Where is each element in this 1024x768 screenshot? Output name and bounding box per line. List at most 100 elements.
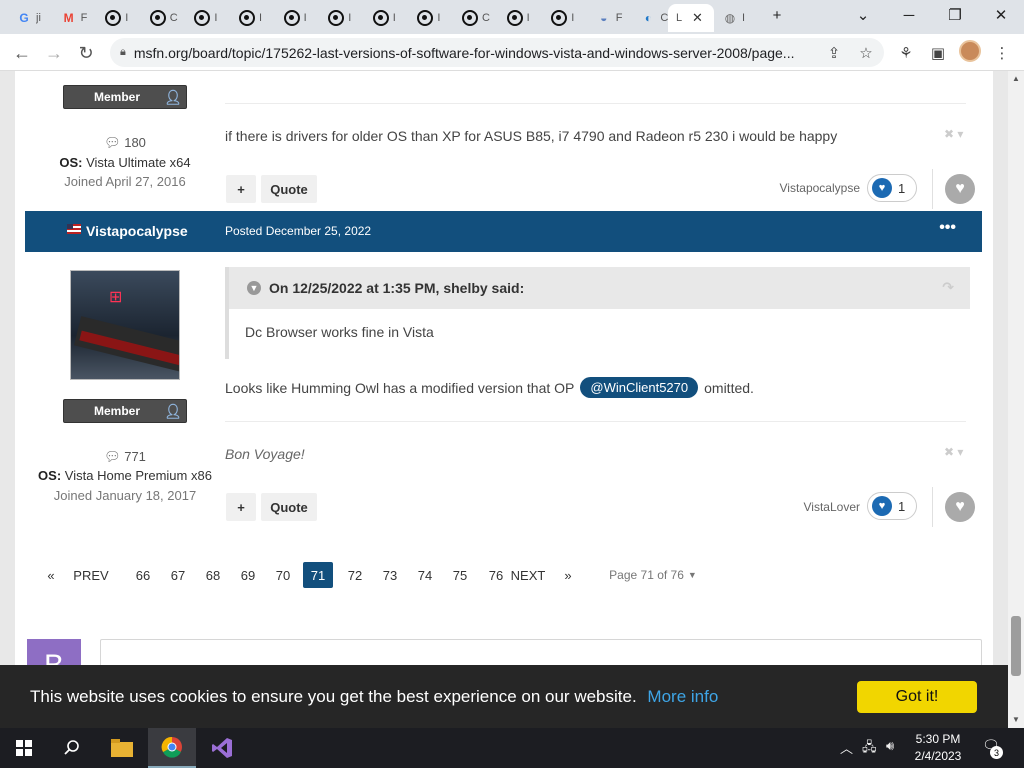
post-author[interactable]: Vistapocalypse [86, 223, 188, 239]
tab-3[interactable]: C [142, 4, 186, 32]
tab-4[interactable]: I [186, 4, 230, 32]
tab-7[interactable]: I [320, 4, 364, 32]
page-button[interactable]: 75 [445, 562, 475, 588]
ring-icon [417, 10, 434, 26]
post-options-icon[interactable]: ✖ ▾ [944, 127, 963, 141]
tab-11[interactable]: I [499, 4, 543, 32]
network-icon[interactable]: 🖧︎ [862, 738, 877, 760]
cookie-more-info-link[interactable]: More info [647, 687, 718, 706]
visual-studio-icon[interactable] [198, 728, 246, 768]
side-panel-icon[interactable]: ▣ [927, 42, 949, 64]
tab-5[interactable]: I [231, 4, 275, 32]
bookmark-star-icon[interactable]: ☆ [855, 42, 877, 64]
forward-arrow-icon[interactable]: → [41, 40, 67, 66]
first-page-button[interactable]: « [35, 562, 67, 588]
quote-button[interactable]: Quote [261, 175, 317, 203]
search-icon[interactable] [48, 728, 96, 768]
address-bar[interactable]: 🔒︎ msfn.org/board/topic/175262-last-vers… [110, 38, 884, 67]
tab-8[interactable]: I [365, 4, 409, 32]
chrome-icon[interactable] [148, 728, 196, 768]
back-arrow-icon[interactable]: ← [9, 40, 35, 66]
page-button[interactable]: 74 [410, 562, 440, 588]
globe-icon: ◍ [724, 11, 736, 25]
quote-citation: On 12/25/2022 at 1:35 PM, shelby said: [269, 280, 525, 296]
post-more-icon[interactable]: ••• [939, 219, 956, 237]
ring-icon [462, 10, 478, 26]
chevron-up-icon[interactable]: ︿ [840, 738, 853, 757]
minimize-button[interactable]: ─ [886, 0, 932, 30]
new-tab-button[interactable]: + [754, 0, 800, 30]
reaction-count[interactable]: ♥ 1 [867, 174, 917, 202]
reload-icon[interactable]: ↻ [73, 40, 99, 66]
tab-title: I [526, 12, 530, 24]
tab-0[interactable]: Gji [8, 4, 52, 32]
multiquote-button[interactable]: + [226, 493, 256, 521]
shield-icon: ◒ [600, 11, 608, 25]
extensions-icon[interactable]: ⚘ [895, 42, 917, 64]
scroll-up-arrow-icon[interactable]: ▲ [1008, 71, 1024, 85]
tab-search-icon[interactable]: ⌄ [840, 0, 886, 30]
last-page-button[interactable]: » [553, 562, 583, 588]
current-page-button[interactable]: 71 [303, 562, 333, 588]
tab-1[interactable]: MF [53, 4, 97, 32]
user-icon: 👤︎ [164, 403, 182, 419]
page-button[interactable]: 68 [198, 562, 228, 588]
windows-start-icon[interactable] [0, 728, 48, 768]
page-button[interactable]: 70 [268, 562, 298, 588]
close-tab-icon[interactable]: ✕ [692, 10, 703, 26]
reactor-name[interactable]: Vistapocalypse [770, 181, 861, 195]
profile-avatar[interactable] [959, 40, 981, 62]
volume-icon[interactable]: 🔊︎ [886, 738, 894, 754]
scrollbar-thumb[interactable] [1011, 616, 1021, 676]
edge-icon: ◐ [644, 11, 653, 25]
scroll-down-arrow-icon[interactable]: ▼ [1008, 712, 1024, 726]
page-button[interactable]: 72 [340, 562, 370, 588]
share-arrow-icon[interactable]: ↷ [942, 279, 954, 296]
tab-active[interactable]: L ✕ [668, 4, 714, 32]
page-button[interactable]: 73 [375, 562, 405, 588]
page-button[interactable]: 69 [233, 562, 263, 588]
tab-title: I [348, 12, 352, 24]
system-clock[interactable]: 5:30 PM 2/4/2023 [908, 731, 968, 765]
tab-2[interactable]: I [97, 4, 141, 32]
page-button[interactable]: 67 [163, 562, 193, 588]
maximize-button[interactable]: ❐ [932, 0, 978, 30]
next-page-button[interactable]: NEXT [503, 562, 553, 588]
tab-13[interactable]: ◒ F [588, 4, 632, 32]
share-icon[interactable]: ⇪ [823, 42, 845, 64]
tab-6[interactable]: I [276, 4, 320, 32]
kebab-menu-icon[interactable]: ⋮ [991, 42, 1013, 64]
os-value: Vista Home Premium x86 [64, 468, 212, 483]
user-mention[interactable]: @WinClient5270 [580, 377, 699, 398]
tab-last[interactable]: ◍ I [714, 4, 758, 32]
post-count: 💬︎ 771 [25, 449, 225, 465]
reactor-name[interactable]: VistaLover [770, 500, 860, 514]
tab-title: I [259, 12, 263, 24]
post-options-icon[interactable]: ✖ ▾ [944, 445, 963, 459]
prev-page-button[interactable]: PREV [71, 562, 111, 588]
clock-time: 5:30 PM [915, 732, 961, 746]
cookie-accept-button[interactable]: Got it! [857, 681, 977, 713]
quote-button[interactable]: Quote [261, 493, 317, 521]
avatar[interactable]: ⊞ [70, 270, 180, 380]
heart-icon: ♥ [872, 496, 892, 516]
chevron-down-icon[interactable]: ▼ [247, 281, 261, 295]
reaction-count-value: 1 [898, 498, 906, 514]
quote-header[interactable]: ▼ On 12/25/2022 at 1:35 PM, shelby said:… [229, 267, 970, 309]
like-heart-icon[interactable]: ♥ [945, 174, 975, 204]
post-date[interactable]: Posted December 25, 2022 [225, 224, 371, 238]
page-jump-dropdown[interactable]: Page 71 of 76 ▼ [605, 562, 701, 588]
file-explorer-icon[interactable] [98, 728, 146, 768]
close-window-button[interactable]: ✕ [978, 0, 1024, 30]
page-scrollbar[interactable]: ▲ [1008, 71, 1024, 728]
reaction-count[interactable]: ♥ 1 [867, 492, 917, 520]
os-value: Vista Ultimate x64 [86, 155, 191, 170]
tab-10[interactable]: C [454, 4, 498, 32]
multiquote-button[interactable]: + [226, 175, 256, 203]
like-heart-icon[interactable]: ♥ [945, 492, 975, 522]
clock-date: 2/4/2023 [914, 749, 962, 763]
tab-12[interactable]: I [543, 4, 587, 32]
page-button[interactable]: 66 [128, 562, 158, 588]
tab-9[interactable]: I [409, 4, 453, 32]
joined-date: Joined April 27, 2016 [64, 174, 186, 189]
